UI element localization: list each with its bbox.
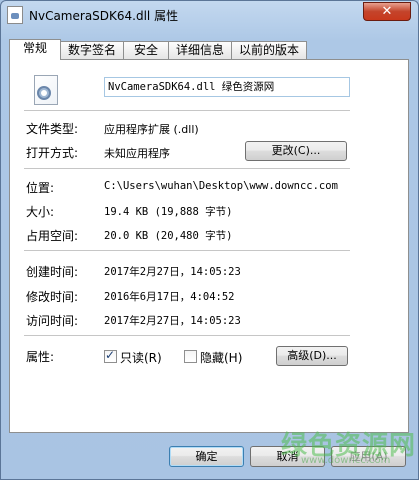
size-on-disk-value: 20.0 KB (20,480 字节) [104, 230, 233, 242]
file-type-label: 文件类型: [26, 122, 79, 136]
attributes-label: 属性: [26, 350, 55, 364]
dll-file-icon [34, 75, 58, 105]
file-type-value: 应用程序扩展 (.dll) [104, 123, 199, 136]
size-value: 19.4 KB (19,888 字节) [104, 206, 233, 218]
tab-previous-versions[interactable]: 以前的版本 [231, 41, 307, 59]
created-label: 创建时间: [26, 265, 79, 279]
file-name-input[interactable]: NvCameraSDK64.dll 绿色资源网 [104, 77, 350, 97]
readonly-label[interactable]: 只读(R) [120, 349, 162, 366]
modified-label: 修改时间: [26, 290, 79, 304]
close-button[interactable]: ✕ [363, 2, 411, 21]
location-label: 位置: [26, 181, 55, 195]
accessed-label: 访问时间: [26, 314, 79, 328]
tab-security[interactable]: 安全 [123, 41, 169, 59]
change-button[interactable]: 更改(C)... [245, 141, 347, 161]
window-title: NvCameraSDK64.dll 属性 [29, 9, 179, 23]
hidden-label[interactable]: 隐藏(H) [200, 349, 242, 366]
created-value: 2017年2月27日，14:05:23 [104, 266, 241, 278]
readonly-checkbox[interactable] [104, 348, 117, 363]
properties-window: NvCameraSDK64.dll 属性 ✕ 常规 数字签名 安全 详细信息 以… [0, 0, 419, 480]
size-on-disk-label: 占用空间: [26, 229, 79, 243]
general-panel: NvCameraSDK64.dll 绿色资源网 文件类型: 应用程序扩展 (.d… [9, 59, 409, 433]
open-with-label: 打开方式: [26, 146, 79, 160]
gear-icon [37, 86, 51, 100]
ok-button[interactable]: 确定 [169, 446, 244, 467]
dll-file-icon [7, 6, 23, 24]
divider [24, 110, 350, 112]
accessed-value: 2017年2月27日，14:05:23 [104, 315, 241, 327]
watermark-url: www.downcc.com [301, 455, 391, 466]
tab-general[interactable]: 常规 [9, 39, 61, 60]
tab-digital-signatures[interactable]: 数字签名 [60, 41, 124, 59]
advanced-button[interactable]: 高级(D)... [276, 346, 348, 366]
divider [24, 168, 350, 170]
open-with-value: 未知应用程序 [104, 147, 170, 160]
size-label: 大小: [26, 205, 55, 219]
modified-value: 2016年6月17日，4:04:52 [104, 291, 235, 303]
divider [24, 250, 350, 252]
divider [24, 335, 350, 337]
title-bar[interactable]: NvCameraSDK64.dll 属性 ✕ [1, 1, 418, 31]
location-value: C:\Users\wuhan\Desktop\www.downcc.com [104, 180, 338, 192]
hidden-checkbox[interactable] [184, 350, 197, 363]
tab-details[interactable]: 详细信息 [168, 41, 232, 59]
